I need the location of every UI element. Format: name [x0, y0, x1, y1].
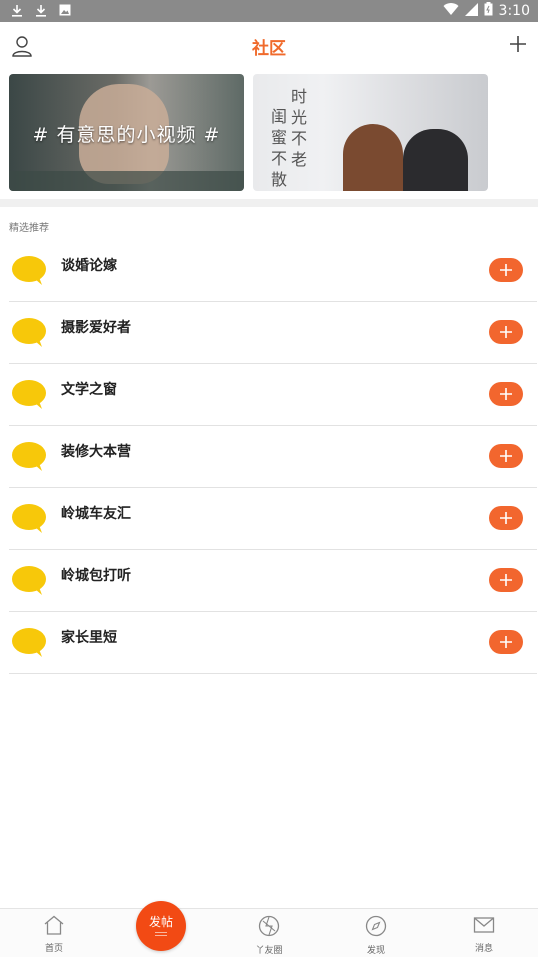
chat-bubble-icon — [11, 565, 47, 595]
banner-photo — [343, 124, 403, 191]
banner-vertical-text: 闺蜜不散 — [271, 107, 288, 189]
community-name: 岭城车友汇 — [61, 506, 131, 522]
add-button[interactable] — [489, 568, 523, 592]
plus-icon — [500, 388, 512, 400]
community-name: 摄影爱好者 — [61, 320, 131, 336]
plus-icon — [500, 512, 512, 524]
community-name: 谈婚论嫁 — [61, 258, 117, 274]
banner-vertical-text: 时光不老 — [291, 87, 308, 169]
list-item[interactable]: 装修大本营 — [9, 426, 537, 488]
post-label: 发帖 — [148, 915, 173, 929]
battery-icon — [484, 2, 493, 20]
nav-label: 发现 — [366, 946, 385, 956]
page-title: 社区 — [252, 39, 286, 59]
chat-bubble-icon — [11, 379, 47, 409]
nav-label: 首页 — [44, 944, 63, 954]
community-name: 家长里短 — [61, 630, 117, 646]
chat-bubble-icon — [11, 627, 47, 657]
section-label: 精选推荐 — [9, 223, 49, 234]
nav-home[interactable]: 首页 — [24, 915, 84, 954]
chat-bubble-icon — [11, 255, 47, 285]
banner-friends[interactable]: 闺蜜不散 时光不老 — [253, 74, 488, 191]
add-button[interactable] — [489, 630, 523, 654]
community-name: 岭城包打听 — [61, 568, 131, 584]
list-item[interactable]: 岭城包打听 — [9, 550, 537, 612]
chat-bubble-icon — [11, 317, 47, 347]
chat-bubble-icon — [11, 503, 47, 533]
nav-label: 消息 — [474, 944, 493, 954]
banner-carousel: # 有意思的小视频 # 闺蜜不散 时光不老 — [0, 74, 538, 192]
bottom-nav: 首页 丫友圈 发现 消息 — [0, 908, 538, 957]
nav-label: 丫友圈 — [255, 946, 283, 956]
image-icon — [58, 3, 72, 17]
list-item[interactable]: 岭城车友汇 — [9, 488, 537, 550]
plus-icon[interactable] — [508, 34, 528, 54]
post-button[interactable]: 发帖 — [136, 901, 186, 951]
download-icon — [10, 3, 24, 17]
plus-icon — [500, 264, 512, 276]
banner-caption: # 有意思的小视频 # — [32, 124, 221, 146]
plus-icon — [500, 636, 512, 648]
compass-icon — [365, 915, 387, 937]
home-icon — [44, 915, 64, 935]
nav-discover[interactable]: 发现 — [346, 915, 406, 956]
list-item[interactable]: 谈婚论嫁 — [9, 240, 537, 302]
add-button[interactable] — [489, 258, 523, 282]
plus-icon — [500, 450, 512, 462]
plus-icon — [500, 574, 512, 586]
list-item[interactable]: 家长里短 — [9, 612, 537, 674]
banner-photo — [403, 129, 468, 191]
post-decoration — [155, 935, 167, 936]
add-button[interactable] — [489, 382, 523, 406]
mail-icon — [473, 917, 495, 933]
nav-messages[interactable]: 消息 — [454, 915, 514, 954]
download-icon — [34, 3, 48, 17]
status-bar: 3:10 — [0, 0, 538, 22]
community-name: 装修大本营 — [61, 444, 131, 460]
nav-friends[interactable]: 丫友圈 — [239, 915, 299, 956]
banner-shade — [9, 171, 244, 191]
chat-bubble-icon — [11, 441, 47, 471]
friends-circle-icon — [258, 915, 280, 937]
add-button[interactable] — [489, 506, 523, 530]
section-divider — [0, 199, 538, 207]
post-decoration — [155, 932, 167, 933]
add-button[interactable] — [489, 444, 523, 468]
community-name: 文学之窗 — [61, 382, 117, 398]
plus-icon — [500, 326, 512, 338]
list-item[interactable]: 摄影爱好者 — [9, 302, 537, 364]
wifi-icon — [443, 2, 459, 20]
add-button[interactable] — [489, 320, 523, 344]
community-list: 谈婚论嫁 摄影爱好者 文学之窗 装修大本营 岭城车友汇 岭城包打听 家长里短 — [0, 240, 538, 674]
list-item[interactable]: 文学之窗 — [9, 364, 537, 426]
top-app-bar: 社区 — [0, 22, 538, 70]
banner-video[interactable]: # 有意思的小视频 # — [9, 74, 244, 191]
signal-icon — [464, 2, 478, 20]
clock: 3:10 — [498, 3, 530, 19]
